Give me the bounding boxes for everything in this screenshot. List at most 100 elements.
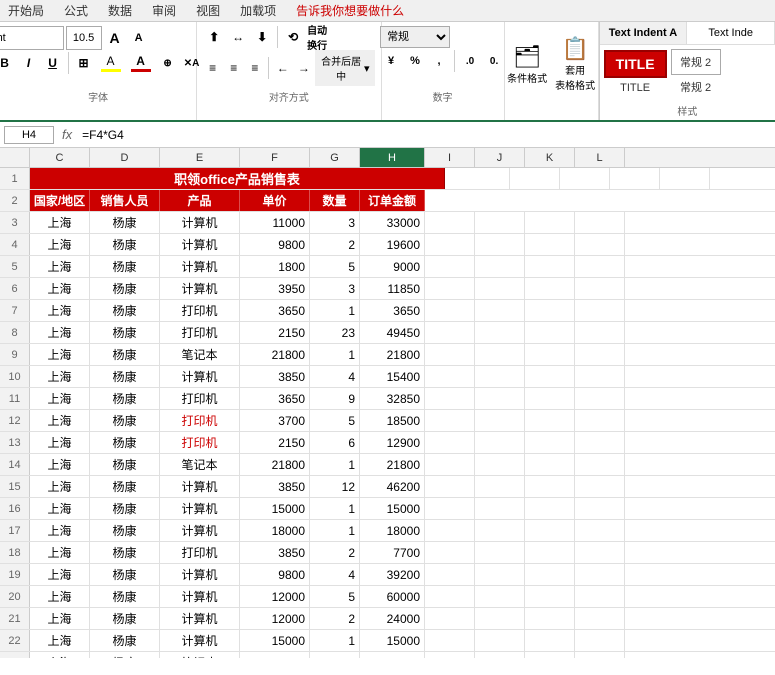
merge-center-button[interactable]: 合并后居中 ▾ bbox=[315, 50, 374, 86]
table-cell[interactable]: 杨康 bbox=[90, 388, 160, 409]
table-cell[interactable]: 4 bbox=[310, 564, 360, 585]
table-format-button[interactable]: 📋 套用表格格式 bbox=[553, 37, 597, 93]
table-cell[interactable]: 杨康 bbox=[90, 212, 160, 233]
align-right-button[interactable]: ≡ bbox=[245, 57, 264, 79]
menu-search[interactable]: 告诉我你想要做什么 bbox=[292, 0, 408, 21]
col-header-c[interactable]: C bbox=[30, 148, 90, 167]
align-left-button[interactable]: ≡ bbox=[203, 57, 222, 79]
align-center-button[interactable]: ≡ bbox=[224, 57, 243, 79]
table-cell[interactable]: 23 bbox=[310, 322, 360, 343]
table-cell[interactable]: 杨康 bbox=[90, 278, 160, 299]
table-cell[interactable]: 杨康 bbox=[90, 344, 160, 365]
menu-review[interactable]: 审阅 bbox=[148, 0, 180, 21]
table-cell[interactable]: 笔记本 bbox=[160, 454, 240, 475]
table-cell[interactable]: 上海 bbox=[30, 212, 90, 233]
table-cell[interactable]: 15000 bbox=[240, 498, 310, 519]
number-format-select[interactable]: 常规 bbox=[380, 26, 450, 48]
indent-increase-button[interactable]: → bbox=[294, 57, 313, 79]
table-cell[interactable]: 3 bbox=[310, 278, 360, 299]
table-cell[interactable]: 21800 bbox=[360, 344, 425, 365]
table-cell[interactable]: 1 bbox=[310, 520, 360, 541]
comma-button[interactable]: , bbox=[428, 50, 450, 72]
table-cell[interactable]: 9000 bbox=[360, 256, 425, 277]
menu-formula[interactable]: 公式 bbox=[60, 0, 92, 21]
col-header-h[interactable]: H bbox=[360, 148, 425, 167]
underline-button[interactable]: U bbox=[42, 52, 64, 74]
table-cell[interactable]: 杨康 bbox=[90, 630, 160, 651]
table-cell[interactable]: 9800 bbox=[240, 234, 310, 255]
table-cell[interactable]: 9 bbox=[310, 388, 360, 409]
font-name-input[interactable]: ht bbox=[0, 26, 64, 50]
formula-input[interactable]: =F4*G4 bbox=[80, 126, 771, 144]
table-cell[interactable]: 上海 bbox=[30, 520, 90, 541]
font-size-input[interactable]: 10.5 bbox=[66, 26, 102, 50]
header-d[interactable]: 销售人员 bbox=[90, 190, 160, 211]
table-cell[interactable]: 打印机 bbox=[160, 322, 240, 343]
table-cell[interactable]: 打印机 bbox=[160, 542, 240, 563]
table-cell[interactable]: 上海 bbox=[30, 454, 90, 475]
header-f[interactable]: 单价 bbox=[240, 190, 310, 211]
header-h[interactable]: 订单金额 bbox=[360, 190, 425, 211]
table-cell[interactable]: 杨康 bbox=[90, 652, 160, 658]
italic-button[interactable]: I bbox=[18, 52, 40, 74]
style-normal-cell[interactable]: 常规 2 bbox=[671, 49, 721, 75]
table-cell[interactable]: 18000 bbox=[240, 520, 310, 541]
table-cell[interactable]: 上海 bbox=[30, 300, 90, 321]
table-cell[interactable]: 上海 bbox=[30, 278, 90, 299]
table-cell[interactable]: 计算机 bbox=[160, 234, 240, 255]
table-cell[interactable]: 杨康 bbox=[90, 520, 160, 541]
orientation-button[interactable]: ⟲ bbox=[282, 26, 304, 48]
table-cell[interactable]: 1 bbox=[310, 498, 360, 519]
table-cell[interactable]: 上海 bbox=[30, 586, 90, 607]
indent-decrease-button[interactable]: ← bbox=[273, 57, 292, 79]
table-cell[interactable]: 杨康 bbox=[90, 498, 160, 519]
table-cell[interactable]: 上海 bbox=[30, 388, 90, 409]
table-cell[interactable]: 杨康 bbox=[90, 322, 160, 343]
style-tab-2[interactable]: Text Inde bbox=[687, 22, 775, 44]
table-cell[interactable]: 上海 bbox=[30, 608, 90, 629]
table-cell[interactable]: 5 bbox=[310, 410, 360, 431]
table-cell[interactable]: 上海 bbox=[30, 410, 90, 431]
table-cell[interactable]: 9800 bbox=[240, 564, 310, 585]
table-cell[interactable]: 3650 bbox=[360, 300, 425, 321]
table-cell[interactable]: 3700 bbox=[240, 410, 310, 431]
table-cell[interactable]: 杨康 bbox=[90, 300, 160, 321]
col-header-f[interactable]: F bbox=[240, 148, 310, 167]
table-cell[interactable]: 12000 bbox=[240, 586, 310, 607]
col-header-l[interactable]: L bbox=[575, 148, 625, 167]
title-cell[interactable]: 职领office产品销售表 bbox=[30, 168, 445, 189]
table-cell[interactable]: 2 bbox=[310, 542, 360, 563]
table-cell[interactable]: 39200 bbox=[360, 564, 425, 585]
table-cell[interactable]: 2 bbox=[310, 234, 360, 255]
menu-data[interactable]: 数据 bbox=[104, 0, 136, 21]
conditional-format-button[interactable]: 🗂 条件格式 bbox=[505, 37, 549, 93]
table-cell[interactable]: 打印机 bbox=[160, 410, 240, 431]
table-cell[interactable]: 上海 bbox=[30, 256, 90, 277]
align-bottom-button[interactable]: ⬇ bbox=[251, 26, 273, 48]
table-cell[interactable]: 21800 bbox=[240, 344, 310, 365]
table-cell[interactable]: 32850 bbox=[360, 388, 425, 409]
table-cell[interactable]: 7700 bbox=[360, 542, 425, 563]
table-cell[interactable]: 12000 bbox=[240, 608, 310, 629]
table-cell[interactable]: 计算机 bbox=[160, 256, 240, 277]
table-cell[interactable]: 杨康 bbox=[90, 542, 160, 563]
table-cell[interactable]: 2150 bbox=[240, 322, 310, 343]
table-cell[interactable]: 1 bbox=[310, 344, 360, 365]
table-cell[interactable]: 上海 bbox=[30, 652, 90, 658]
menu-view[interactable]: 视图 bbox=[192, 0, 224, 21]
header-g[interactable]: 数量 bbox=[310, 190, 360, 211]
table-cell[interactable]: 5 bbox=[310, 256, 360, 277]
table-cell[interactable]: 24000 bbox=[360, 608, 425, 629]
align-middle-button[interactable]: ↔ bbox=[227, 26, 249, 48]
table-cell[interactable]: 上海 bbox=[30, 542, 90, 563]
table-cell[interactable]: 杨康 bbox=[90, 608, 160, 629]
table-cell[interactable]: 计算机 bbox=[160, 366, 240, 387]
table-cell[interactable]: 打印机 bbox=[160, 388, 240, 409]
table-cell[interactable]: 杨康 bbox=[90, 234, 160, 255]
table-cell[interactable]: 杨康 bbox=[90, 256, 160, 277]
currency-button[interactable]: ¥ bbox=[380, 50, 402, 72]
table-cell[interactable]: 上海 bbox=[30, 498, 90, 519]
header-c[interactable]: 国家/地区 bbox=[30, 190, 90, 211]
table-cell[interactable]: 15000 bbox=[360, 630, 425, 651]
bold-button[interactable]: B bbox=[0, 52, 16, 74]
